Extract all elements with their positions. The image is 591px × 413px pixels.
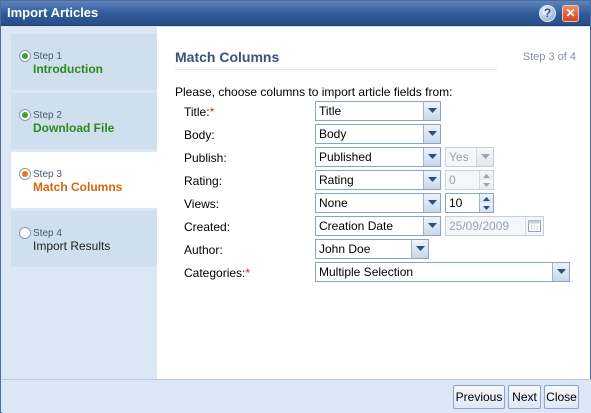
step-number: Step 1 — [33, 51, 62, 62]
step-match-columns[interactable]: Step 3 Match Columns — [11, 152, 157, 208]
step-import-results[interactable]: Step 4 Import Results — [11, 211, 157, 267]
title-field-label: Title:* — [184, 105, 215, 119]
created-column-select[interactable]: Creation Date — [315, 216, 441, 236]
step-number: Step 3 — [33, 169, 62, 180]
title-column-select[interactable]: Title — [315, 101, 441, 121]
required-marker: * — [209, 105, 215, 119]
step-label: Introduction — [33, 62, 103, 76]
chevron-down-icon[interactable] — [423, 217, 440, 235]
chevron-down-icon[interactable] — [423, 194, 440, 212]
categories-field-label: Categories:* — [184, 266, 251, 280]
author-select[interactable]: John Doe — [315, 239, 429, 259]
chevron-down-icon[interactable] — [552, 263, 569, 281]
step-introduction[interactable]: Step 1 Introduction — [11, 34, 157, 90]
help-icon[interactable]: ? — [539, 5, 556, 22]
page-title: Match Columns — [175, 49, 280, 65]
body-column-select[interactable]: Body — [315, 124, 441, 144]
created-default-date-field: 25/09/2009 — [445, 216, 544, 236]
chevron-down-icon[interactable] — [423, 102, 440, 120]
wizard-steps-sidebar: Step 1 Introduction Step 2 Download File… — [2, 27, 157, 379]
step-download-file[interactable]: Step 2 Download File — [11, 93, 157, 149]
step-label: Import Results — [33, 239, 111, 253]
spinner-arrows-icon[interactable] — [479, 194, 493, 212]
views-default-spinner[interactable]: 10 — [445, 193, 494, 213]
import-articles-window: Import Articles ? ✕ Step 1 Introduction … — [0, 0, 591, 413]
chevron-down-icon[interactable] — [411, 240, 428, 258]
title-bar[interactable]: Import Articles ? ✕ — [1, 1, 590, 26]
step-label: Match Columns — [33, 180, 123, 194]
publish-column-select[interactable]: Published — [315, 147, 441, 167]
step-done-radio-icon — [19, 50, 31, 62]
publish-default-select: Yes — [445, 147, 494, 167]
close-icon[interactable]: ✕ — [562, 5, 579, 22]
author-field-label: Author: — [184, 243, 223, 257]
match-columns-panel: Match Columns Step 3 of 4 Please, choose… — [157, 27, 590, 379]
chevron-down-icon[interactable] — [423, 171, 440, 189]
views-field-label: Views: — [184, 197, 220, 211]
rating-default-spinner: 0 — [445, 170, 494, 190]
rating-field-label: Rating: — [184, 174, 223, 188]
chevron-down-icon — [476, 148, 493, 166]
previous-button[interactable]: Previous — [453, 385, 505, 409]
close-button[interactable]: Close — [544, 385, 579, 409]
instructions-text: Please, choose columns to import article… — [175, 85, 453, 99]
step-number: Step 2 — [33, 110, 62, 121]
window-title: Import Articles — [7, 5, 99, 20]
heading-divider — [175, 69, 497, 70]
categories-select[interactable]: Multiple Selection — [315, 262, 570, 282]
created-field-label: Created: — [184, 220, 231, 234]
step-counter: Step 3 of 4 — [522, 51, 576, 63]
chevron-down-icon[interactable] — [423, 125, 440, 143]
spinner-arrows-icon — [479, 171, 493, 189]
next-button[interactable]: Next — [508, 385, 541, 409]
step-pending-radio-icon — [19, 227, 31, 239]
rating-column-select[interactable]: Rating — [315, 170, 441, 190]
body-field-label: Body: — [184, 128, 215, 142]
step-number: Step 4 — [33, 228, 62, 239]
required-marker: * — [245, 266, 251, 280]
chevron-down-icon[interactable] — [423, 148, 440, 166]
step-done-radio-icon — [19, 109, 31, 121]
step-label: Download File — [33, 121, 115, 135]
footer-button-bar: Previous Next Close — [2, 379, 591, 413]
views-column-select[interactable]: None — [315, 193, 441, 213]
publish-field-label: Publish: — [184, 151, 227, 165]
step-current-radio-icon — [19, 168, 31, 180]
calendar-icon — [525, 217, 543, 235]
